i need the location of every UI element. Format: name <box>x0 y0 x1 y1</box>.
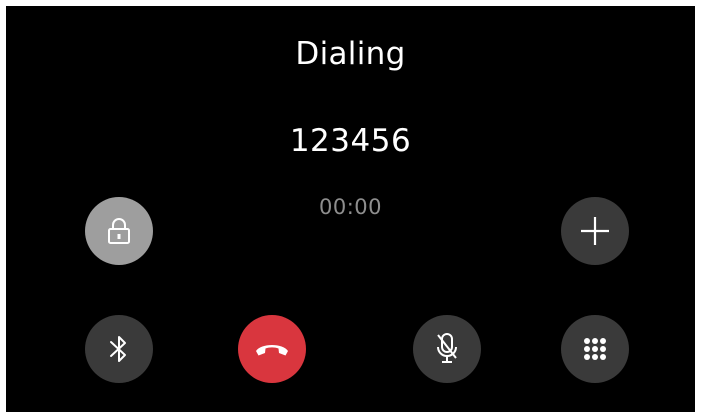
lock-button[interactable] <box>85 197 153 265</box>
keypad-button[interactable] <box>561 315 629 383</box>
microphone-off-icon <box>437 333 457 363</box>
lock-icon <box>108 218 130 244</box>
call-status: Dialing <box>295 36 406 72</box>
end-call-button[interactable] <box>238 315 306 383</box>
bluetooth-icon <box>110 336 126 362</box>
call-screen: Dialing 123456 00:00 <box>6 6 695 412</box>
phone-number: 123456 <box>289 123 412 159</box>
phone-hangup-icon <box>256 345 288 356</box>
bluetooth-button[interactable] <box>85 315 153 383</box>
mute-button[interactable] <box>413 315 481 383</box>
dialpad-icon <box>584 338 606 360</box>
add-call-button[interactable] <box>561 197 629 265</box>
plus-icon <box>581 217 609 245</box>
